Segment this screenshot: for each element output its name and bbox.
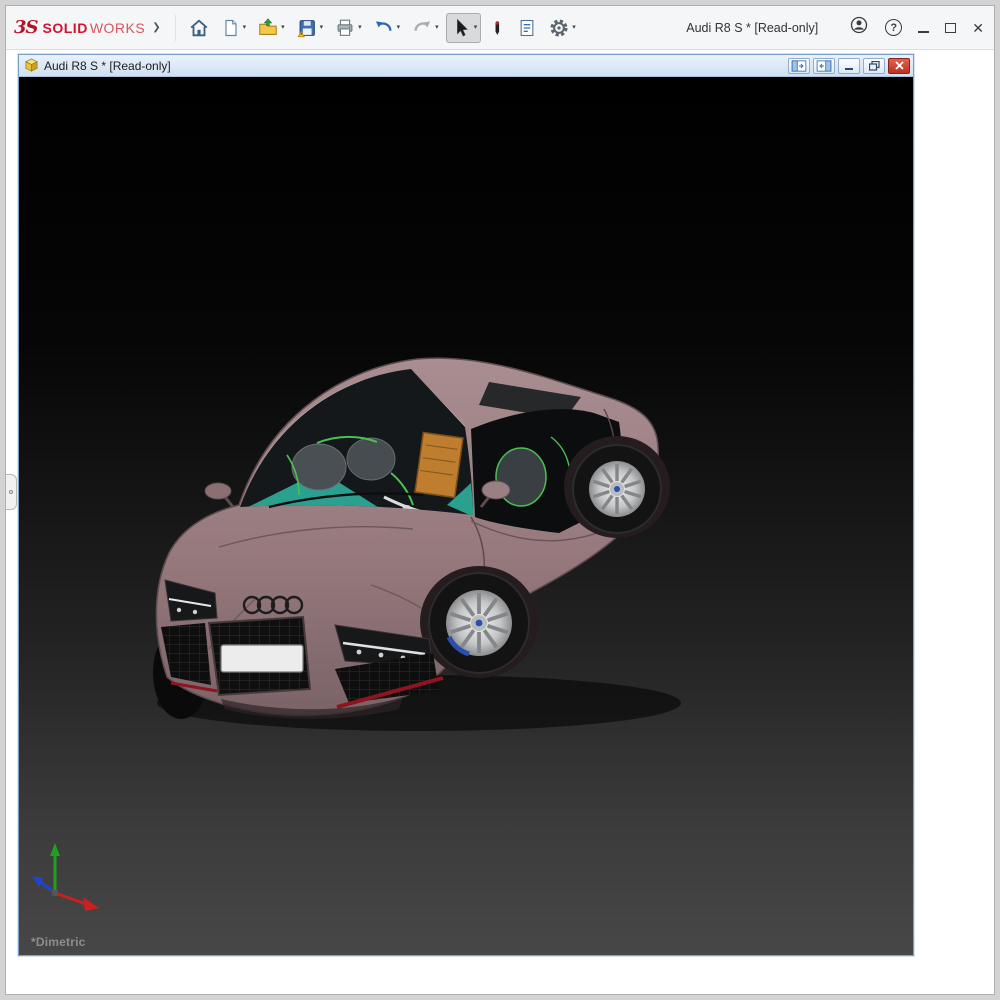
screen: 3S SOLID WORKS ❯ ▾	[0, 0, 1000, 1000]
document-window: Audi R8 S * [Read-only]	[18, 54, 914, 956]
brand-text-solid: SOLID	[43, 20, 88, 36]
app-title: Audi R8 S * [Read-only]	[686, 21, 818, 35]
document-minimize-button[interactable]	[838, 58, 860, 74]
close-icon	[895, 61, 904, 70]
open-button[interactable]: ▾	[253, 13, 289, 43]
feature-pane-flyout-tab[interactable]	[6, 474, 17, 510]
print-icon	[334, 17, 356, 39]
dropdown-caret[interactable]: ▾	[243, 24, 247, 31]
document-properties-icon	[517, 17, 537, 39]
window-controls: ? ✕	[849, 15, 984, 40]
document-title: Audi R8 S * [Read-only]	[44, 59, 780, 73]
redo-button[interactable]: ▾	[407, 13, 443, 43]
new-document-icon	[221, 17, 241, 39]
home-button[interactable]	[184, 13, 214, 43]
stylus-icon	[489, 16, 505, 40]
toolbar-flyout-arrow[interactable]: ❯	[152, 22, 160, 33]
solidworks-logo: 3S SOLID WORKS	[14, 17, 145, 38]
license-plate	[221, 645, 303, 672]
document-close-button[interactable]	[888, 58, 910, 74]
dropdown-caret[interactable]: ▾	[397, 24, 401, 31]
minimize-button[interactable]	[918, 31, 929, 33]
stylus-button[interactable]	[484, 13, 510, 43]
document-properties-button[interactable]	[513, 13, 541, 43]
graphics-viewport[interactable]: *Dimetric	[19, 77, 913, 955]
select-cursor-icon	[450, 16, 472, 40]
save-icon	[296, 17, 318, 39]
brand-text-works: WORKS	[90, 20, 145, 36]
account-button[interactable]	[849, 15, 869, 40]
app-titlebar: 3S SOLID WORKS ❯ ▾	[6, 6, 994, 50]
solidworks-window: 3S SOLID WORKS ❯ ▾	[5, 5, 995, 995]
maximize-button[interactable]	[945, 23, 956, 33]
undo-icon	[373, 17, 395, 39]
pane-right-icon	[816, 60, 832, 72]
new-document-button[interactable]: ▾	[217, 13, 251, 43]
close-button[interactable]: ✕	[972, 21, 984, 35]
minimize-icon	[845, 68, 853, 70]
dropdown-caret[interactable]: ▾	[281, 24, 285, 31]
dropdown-caret[interactable]: ▾	[474, 24, 478, 31]
rear-wheel[interactable]	[572, 444, 662, 534]
document-window-controls	[785, 58, 910, 74]
front-grille[interactable]	[209, 617, 310, 695]
document-titlebar: Audi R8 S * [Read-only]	[19, 55, 913, 77]
dropdown-caret[interactable]: ▾	[358, 24, 362, 31]
dropdown-caret[interactable]: ▾	[435, 24, 439, 31]
3ds-logo-icon: 3S	[14, 17, 38, 38]
undo-button[interactable]: ▾	[369, 13, 405, 43]
flyout-tab-handle-icon	[9, 490, 13, 494]
restore-icon	[869, 61, 880, 71]
select-tool-button[interactable]: ▾	[446, 13, 482, 43]
car-model-render[interactable]	[19, 77, 913, 955]
user-icon	[849, 15, 869, 35]
help-button[interactable]: ?	[885, 19, 902, 36]
save-button[interactable]: ▾	[292, 13, 328, 43]
dropdown-caret[interactable]: ▾	[572, 24, 576, 31]
print-button[interactable]: ▾	[330, 13, 366, 43]
gear-icon	[548, 17, 570, 39]
toolbar-separator	[175, 15, 176, 41]
document-restore-button[interactable]	[863, 58, 885, 74]
view-orientation-label: *Dimetric	[31, 935, 86, 949]
redo-icon	[411, 17, 433, 39]
options-button[interactable]: ▾	[544, 13, 580, 43]
pane-right-button[interactable]	[813, 58, 835, 74]
open-folder-icon	[257, 17, 279, 39]
client-area: Audi R8 S * [Read-only]	[6, 50, 994, 994]
left-mirror[interactable]	[205, 483, 233, 507]
dropdown-caret[interactable]: ▾	[320, 24, 324, 31]
front-wheel[interactable]	[428, 572, 530, 674]
part-document-icon	[24, 58, 39, 73]
pane-left-icon	[791, 60, 807, 72]
pane-left-button[interactable]	[788, 58, 810, 74]
home-icon	[188, 17, 210, 39]
